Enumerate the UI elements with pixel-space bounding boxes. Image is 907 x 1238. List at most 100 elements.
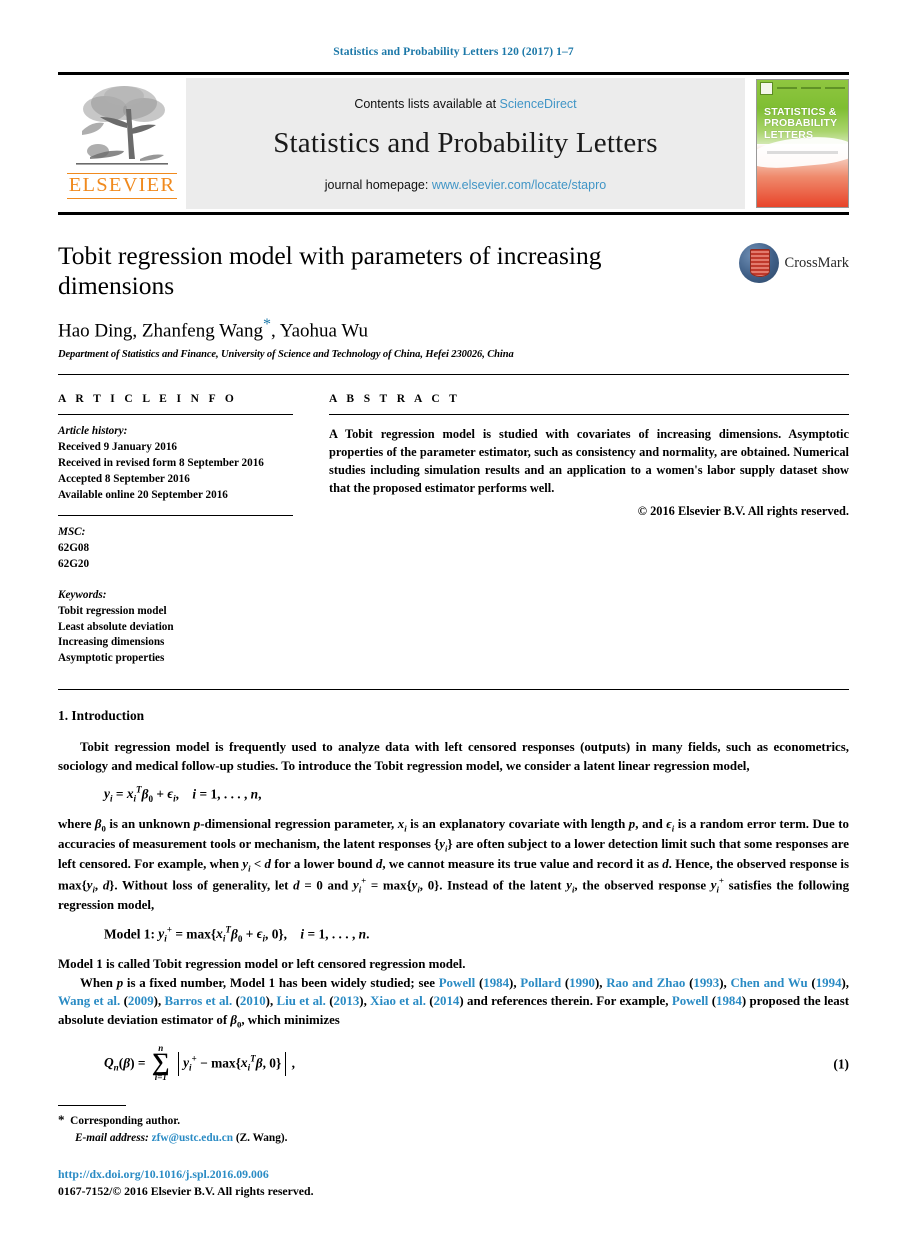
affiliation: Department of Statistics and Finance, Un…: [58, 349, 514, 361]
footnote-email-line: E-mail address: zfw@ustc.edu.cn (Z. Wang…: [58, 1130, 558, 1146]
ref-link-chen-wu-1994[interactable]: Chen and Wu: [730, 976, 807, 990]
cover-title-text: STATISTICS & PROBABILITY LETTERS: [764, 105, 838, 142]
paper-page: Statistics and Probability Letters 120 (…: [0, 0, 907, 1238]
journal-cover-thumbnail[interactable]: STATISTICS & PROBABILITY LETTERS: [756, 79, 849, 208]
ref-link-rao-zhao-1993[interactable]: Rao and Zhao: [606, 976, 685, 990]
abstract-column: A B S T R A C T A Tobit regression model…: [329, 393, 849, 667]
msc-group: MSC: 62G08 62G20: [58, 525, 293, 573]
footnote-corresponding-author: Corresponding author.: [70, 1114, 181, 1127]
paragraph-intro: Tobit regression model is frequently use…: [58, 740, 849, 773]
authors-tail: , Yaohua Wu: [270, 320, 369, 342]
history-item: Accepted 8 September 2016: [58, 473, 190, 486]
article-info-rule: [58, 414, 293, 416]
ref-year-chen-wu-1994[interactable]: 1994: [816, 976, 842, 990]
ref-year-rao-zhao-1993[interactable]: 1993: [693, 976, 719, 990]
equation-1: Qn(β) = n ∑ i=1 yi+ − max{xiTβ, 0} , (1): [104, 1042, 849, 1083]
keyword-item: Asymptotic properties: [58, 652, 165, 665]
paragraph-model1-name: Model 1 is called Tobit regression model…: [58, 956, 466, 971]
paragraph-where: where β0 is an unknown p-dimensional reg…: [58, 816, 850, 913]
journal-title: Statistics and Probability Letters: [273, 126, 658, 159]
ref-link-barros-2010[interactable]: Barros et al.: [165, 994, 233, 1008]
article-body: 1. Introduction Tobit regression model i…: [58, 706, 849, 1083]
body-divider: [58, 689, 849, 691]
contents-prefix: Contents lists available at: [354, 96, 500, 111]
ref-year-liu-2013[interactable]: 2013: [334, 994, 360, 1008]
email-link[interactable]: zfw@ustc.edu.cn: [152, 1132, 233, 1144]
crossmark-icon: [738, 243, 779, 283]
footnote-star-marker: *: [58, 1111, 65, 1127]
footnote-corresponding-line: * Corresponding author.: [58, 1111, 558, 1130]
section-heading-introduction: 1. Introduction: [58, 706, 849, 725]
running-head: Statistics and Probability Letters 120 (…: [333, 46, 574, 58]
keywords-label: Keywords:: [58, 588, 107, 601]
authors-main: Hao Ding, Zhanfeng Wang: [58, 320, 263, 342]
keyword-item: Least absolute deviation: [58, 620, 174, 633]
ref-link-wang-2009[interactable]: Wang et al.: [58, 994, 120, 1008]
page-title: Tobit regression model with parameters o…: [58, 241, 602, 301]
elsevier-wordmark: ELSEVIER: [66, 173, 178, 199]
email-owner: (Z. Wang).: [235, 1131, 288, 1144]
doi-link[interactable]: http://dx.doi.org/10.1016/j.spl.2016.09.…: [58, 1167, 269, 1181]
article-history-label: Article history:: [58, 425, 128, 438]
cover-header-rule: [825, 87, 845, 90]
cover-publisher-icon: [760, 81, 773, 95]
title-block: CrossMark Tobit regression model with pa…: [58, 241, 849, 360]
abstract-heading: A B S T R A C T: [329, 393, 461, 406]
title-divider: [58, 374, 849, 376]
equation-model-1: Model 1: yi+ = max{xiTβ0 + ϵi, 0}, i = 1…: [104, 924, 370, 944]
history-item: Received 9 January 2016: [58, 441, 178, 454]
footnote-block: * Corresponding author. E-mail address: …: [58, 1104, 558, 1146]
article-info-heading: A R T I C L E I N F O: [58, 393, 238, 406]
keyword-item: Tobit regression model: [58, 604, 167, 617]
article-history-group: Article history: Received 9 January 2016…: [58, 424, 293, 504]
elsevier-logo: ELSEVIER: [58, 75, 186, 212]
abstract-text: A Tobit regression model is studied with…: [329, 427, 849, 495]
ref-year-powell-1984-b[interactable]: 1984: [716, 994, 742, 1008]
ref-link-powell-1984[interactable]: Powell: [439, 976, 476, 990]
msc-code: 62G08: [58, 541, 90, 554]
ref-year-barros-2010[interactable]: 2010: [240, 994, 266, 1008]
issn-copyright-line: 0167-7152/© 2016 Elsevier B.V. All right…: [58, 1183, 314, 1198]
masthead-rule-bottom: [58, 212, 849, 215]
ref-year-wang-2009[interactable]: 2009: [128, 994, 154, 1008]
abstract-rule: [329, 414, 849, 416]
summation-symbol: n ∑ i=1: [151, 1042, 170, 1083]
footnote-rule: [58, 1104, 126, 1106]
crossmark-label: CrossMark: [784, 254, 849, 271]
publication-footer: http://dx.doi.org/10.1016/j.spl.2016.09.…: [58, 1166, 314, 1200]
ref-year-pollard-1990[interactable]: 1990: [569, 976, 595, 990]
equation-latent-model: yi = xiTβ0 + ϵi, i = 1, . . . , n,: [104, 784, 262, 805]
crossmark-badge-group[interactable]: CrossMark: [738, 243, 849, 283]
ref-link-powell-1984-b[interactable]: Powell: [672, 994, 709, 1008]
email-label: E-mail address:: [75, 1131, 149, 1144]
ref-link-xiao-2014[interactable]: Xiao et al.: [370, 994, 426, 1008]
journal-banner: Contents lists available at ScienceDirec…: [186, 78, 745, 209]
section-title: Introduction: [71, 708, 145, 724]
info-abstract-row: A R T I C L E I N F O Article history: R…: [58, 393, 849, 667]
history-item: Available online 20 September 2016: [58, 489, 228, 502]
ref-year-xiao-2014[interactable]: 2014: [434, 994, 460, 1008]
corresponding-author-marker[interactable]: *: [263, 316, 271, 333]
contents-line: Contents lists available at ScienceDirec…: [354, 97, 576, 111]
cover-header-rule: [777, 87, 797, 90]
ref-link-liu-2013[interactable]: Liu et al.: [277, 994, 326, 1008]
section-number: 1.: [58, 708, 69, 724]
sciencedirect-link[interactable]: ScienceDirect: [500, 97, 577, 111]
paragraph-references: When p is a fixed number, Model 1 has be…: [58, 976, 850, 1030]
journal-homepage-link[interactable]: www.elsevier.com/locate/stapro: [432, 178, 606, 192]
history-item: Received in revised form 8 September 201…: [58, 457, 264, 470]
cover-subtitle-rule: [767, 151, 838, 155]
abstract-copyright: © 2016 Elsevier B.V. All rights reserved…: [637, 504, 849, 519]
equation-number: (1): [833, 1056, 849, 1072]
elsevier-tree-icon: [76, 86, 168, 165]
msc-code: 62G20: [58, 557, 90, 570]
cover-header-rule: [801, 87, 821, 90]
ref-link-pollard-1990[interactable]: Pollard: [520, 976, 561, 990]
journal-cover-column: STATISTICS & PROBABILITY LETTERS: [745, 75, 849, 212]
ref-year-powell-1984[interactable]: 1984: [483, 976, 509, 990]
author-list: Hao Ding, Zhanfeng Wang*, Yaohua Wu: [58, 316, 849, 342]
homepage-prefix: journal homepage:: [324, 177, 432, 192]
homepage-line: journal homepage: www.elsevier.com/locat…: [325, 178, 606, 192]
footnote-text: * Corresponding author. E-mail address: …: [58, 1111, 558, 1146]
msc-rule: [58, 515, 293, 517]
